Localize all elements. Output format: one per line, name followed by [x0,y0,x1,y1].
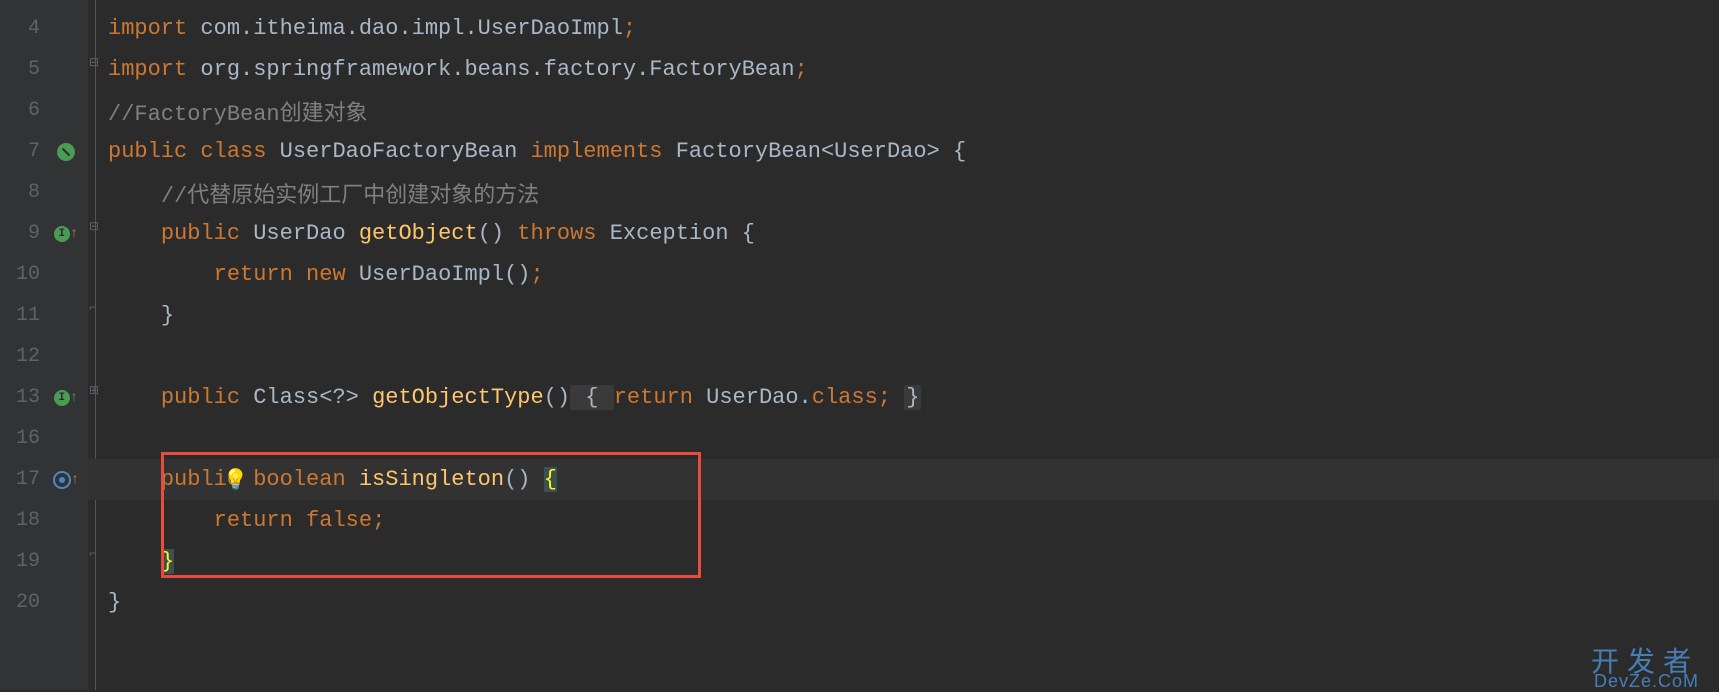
code-editor[interactable]: 4 5 6 7 8 9 I↑ 10 11 [0,0,1719,690]
gutter-row: 6 [0,90,88,131]
gutter-row: 17 ↑ [0,459,88,500]
gutter-row: 10 [0,254,88,295]
line-number: 5 [0,58,44,81]
code-line[interactable]: } [88,295,1719,336]
code-line[interactable]: } [88,582,1719,623]
line-number: 13 [0,386,44,409]
line-number: 12 [0,345,44,368]
watermark-url: DevZe.CoM [1594,671,1699,692]
code-line[interactable]: return new UserDaoImpl(); [88,254,1719,295]
arrow-up-icon: ↑ [70,390,78,406]
editor-gutter: 4 5 6 7 8 9 I↑ 10 11 [0,0,88,690]
gutter-row: 7 [0,131,88,172]
gutter-row: 4 [0,8,88,49]
override-icon[interactable]: I [54,226,70,242]
gutter-row: 19 [0,541,88,582]
line-number: 4 [0,17,44,40]
line-number: 17 [0,468,44,491]
gutter-row: 8 [0,172,88,213]
gutter-row: 20 [0,582,88,623]
line-number: 19 [0,550,44,573]
code-line[interactable]: public class UserDaoFactoryBean implemen… [88,131,1719,172]
code-line[interactable]: import com.itheima.dao.impl.UserDaoImpl; [88,8,1719,49]
code-line[interactable]: public UserDao getObject() throws Except… [88,213,1719,254]
code-line[interactable]: import org.springframework.beans.factory… [88,49,1719,90]
line-number: 11 [0,304,44,327]
line-number: 8 [0,181,44,204]
arrow-up-icon: ↑ [71,472,79,488]
override-icon[interactable]: I [54,390,70,406]
gutter-row: 18 [0,500,88,541]
code-line[interactable]: //代替原始实例工厂中创建对象的方法 [88,172,1719,213]
gutter-row: 12 [0,336,88,377]
code-line[interactable]: } [88,541,1719,582]
line-number: 10 [0,263,44,286]
code-line[interactable]: return false; [88,500,1719,541]
override-target-icon[interactable] [53,471,71,489]
gutter-row: 16 [0,418,88,459]
line-number: 20 [0,591,44,614]
line-number: 7 [0,140,44,163]
line-number: 16 [0,427,44,450]
line-number: 6 [0,99,44,122]
code-line-current[interactable]: 💡 public boolean isSingleton() { [88,459,1719,500]
code-area[interactable]: ⊟ ⊟ ⌐ ⊞ ⊟ ⌐ import com.itheima.dao.impl.… [88,0,1719,690]
line-number: 9 [0,222,44,245]
line-number: 18 [0,509,44,532]
code-line[interactable] [88,418,1719,459]
code-line[interactable]: public Class<?> getObjectType() { return… [88,377,1719,418]
gutter-row: 11 [0,295,88,336]
intention-bulb-icon[interactable]: 💡 [223,467,248,493]
gutter-row: 9 I↑ [0,213,88,254]
gutter-row: 13 I↑ [0,377,88,418]
arrow-up-icon: ↑ [70,226,78,242]
gutter-row: 5 [0,49,88,90]
class-inspection-icon[interactable] [57,143,75,161]
code-line[interactable] [88,336,1719,377]
code-line[interactable]: //FactoryBean创建对象 [88,90,1719,131]
